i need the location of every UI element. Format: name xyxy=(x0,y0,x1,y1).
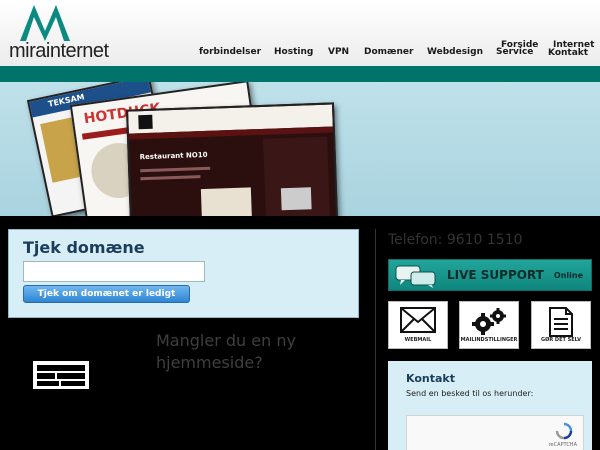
webmail-tile[interactable]: WEBMAIL xyxy=(388,301,448,349)
chat-bubbles-icon xyxy=(395,265,436,288)
live-support-status: Online xyxy=(553,271,583,280)
banner-screenshot-restaurant: Restaurant NO10 xyxy=(126,102,338,216)
banner-screen-label-3: Restaurant NO10 xyxy=(139,150,208,162)
domain-input[interactable] xyxy=(23,261,205,282)
website-layout-icon xyxy=(33,361,89,389)
nav-item-vpn[interactable]: VPN xyxy=(328,47,349,57)
do-it-yourself-tile[interactable]: GØR DET SELV xyxy=(531,301,591,349)
header-accent-bar xyxy=(0,66,600,82)
nav-item-domaener[interactable]: Domæner xyxy=(364,47,413,57)
logo-text-part2: internet xyxy=(45,40,109,62)
live-support-button[interactable]: LIVE SUPPORT Online xyxy=(388,259,592,291)
live-support-label: LIVE SUPPORT xyxy=(447,268,544,282)
logo-text: mirainternet xyxy=(9,40,109,63)
mail-settings-tile[interactable]: MAILINDSTILLINGER xyxy=(459,301,519,349)
recaptcha-icon xyxy=(555,422,573,440)
mail-settings-label: MAILINDSTILLINGER xyxy=(460,337,518,343)
logo-mark-icon xyxy=(20,5,70,41)
document-icon xyxy=(549,307,573,337)
contact-subtitle: Send en besked til os herunder: xyxy=(406,389,534,398)
recaptcha-widget[interactable]: reCAPTCHA xyxy=(406,415,584,450)
nav-item-forbindelser[interactable]: forbindelser xyxy=(199,47,261,57)
contact-title: Kontakt xyxy=(406,372,455,385)
site-header: mirainternet forbindelser Hosting VPN Do… xyxy=(0,0,600,66)
logo[interactable]: mirainternet xyxy=(6,3,121,62)
do-it-yourself-label: GØR DET SELV xyxy=(540,337,582,343)
nav-link-forside[interactable]: Forside xyxy=(501,40,538,50)
logo-text-part1: mira xyxy=(9,40,46,62)
domain-check-button[interactable]: Tjek om domænet er ledigt xyxy=(23,285,190,303)
nav-item-hosting[interactable]: Hosting xyxy=(274,47,313,57)
recaptcha-label: reCAPTCHA xyxy=(548,442,577,448)
nav-item-webdesign[interactable]: Webdesign xyxy=(427,47,483,57)
phone-number: Telefon: 9610 1510 xyxy=(388,232,523,248)
domain-check-panel: Tjek domæne Tjek om domænet er ledigt xyxy=(8,229,359,318)
nav-link-kontakt[interactable]: Kontakt xyxy=(548,48,588,58)
contact-panel: Kontakt Send en besked til os herunder: … xyxy=(388,361,592,450)
hero-banner: TEKSAM HOTDUCK Restaurant NO10 xyxy=(0,82,600,216)
gears-icon xyxy=(472,308,506,335)
domain-check-title: Tjek domæne xyxy=(23,238,145,257)
column-divider xyxy=(375,229,376,450)
promo-heading[interactable]: Mangler du en ny hjemmeside? xyxy=(156,330,336,374)
webmail-label: WEBMAIL xyxy=(404,337,432,343)
envelope-icon xyxy=(400,307,436,333)
